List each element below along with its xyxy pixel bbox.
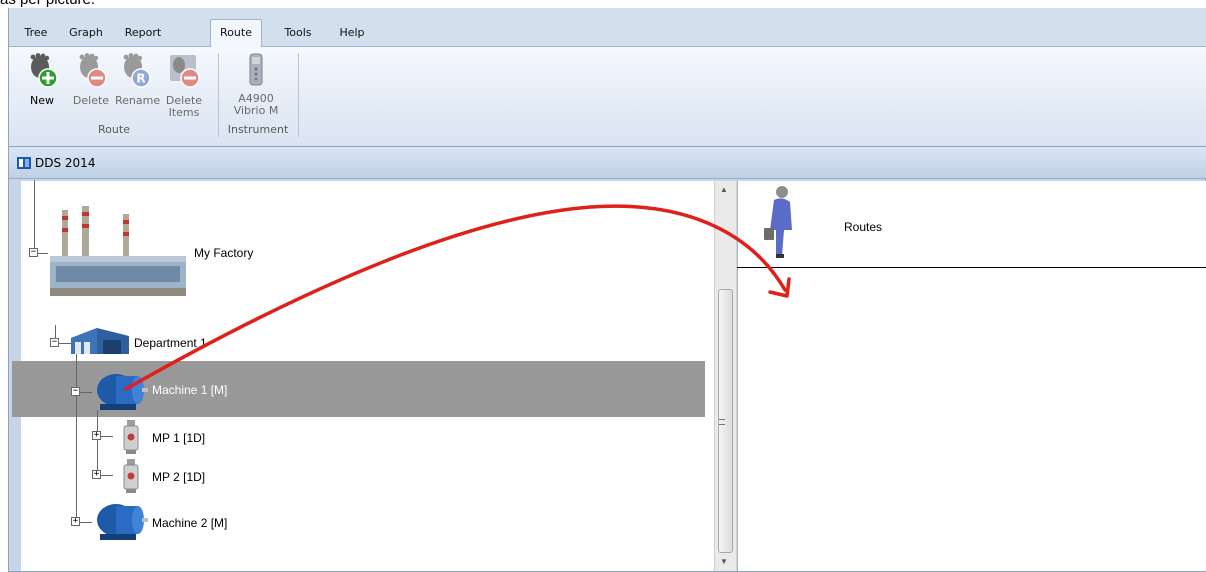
caption-text: as per picture.: [0, 0, 300, 8]
scroll-grip-icon: [719, 419, 725, 425]
tree-connector: [34, 180, 35, 253]
tree-connector: [76, 348, 77, 522]
factory-icon: [50, 206, 186, 296]
delete-route-label: Delete: [72, 94, 110, 107]
expand-toggle-mp1[interactable]: +: [92, 431, 101, 440]
tree-node-machine-1[interactable]: Machine 1 [M]: [152, 383, 227, 397]
dds-app-icon: [17, 157, 31, 169]
tree-connector: [97, 410, 98, 475]
tree-connector: [38, 253, 48, 254]
tree-node-my-factory[interactable]: My Factory: [194, 246, 253, 260]
instrument-group-label: Instrument: [227, 123, 289, 136]
ribbon-tab-strip: Tree Graph Report Route Tools Help: [9, 16, 1206, 47]
collapse-toggle-machine1[interactable]: −: [71, 387, 80, 396]
app-ribbon-frame: Tree Graph Report Route Tools Help New D…: [8, 8, 1206, 150]
rename-route-button[interactable]: R Rename: [115, 53, 161, 107]
instrument-a4900-button[interactable]: A4900 Vibrio M: [223, 53, 289, 117]
ribbon-group-separator-2: [298, 53, 299, 137]
vibrometer-device-icon: [249, 53, 263, 86]
scroll-up-icon[interactable]: ▲: [720, 185, 728, 194]
tree-node-machine-2[interactable]: Machine 2 [M]: [152, 516, 227, 530]
new-route-label: New: [30, 94, 54, 107]
expand-toggle-machine2[interactable]: +: [71, 517, 80, 526]
tree-node-mp-1[interactable]: MP 1 [1D]: [152, 431, 205, 445]
footprint-delete-icon: [79, 53, 107, 88]
tree-connector: [80, 522, 92, 523]
footprint-rename-icon: R: [123, 53, 151, 88]
warehouse-building-icon: [71, 328, 129, 354]
tree-node-department-1[interactable]: Department 1: [134, 336, 207, 350]
route-group-label: Route: [98, 123, 130, 136]
scroll-down-icon[interactable]: ▼: [720, 557, 728, 566]
vibration-sensor-icon: [123, 420, 139, 454]
walking-worker-icon: [764, 186, 792, 258]
footprint-add-icon: [30, 53, 58, 88]
delete-route-button[interactable]: Delete: [71, 53, 111, 107]
tree-node-mp-2[interactable]: MP 2 [1D]: [152, 470, 205, 484]
ribbon-group-separator: [218, 53, 219, 137]
delete-items-icon: [170, 55, 200, 88]
tree-connector: [80, 392, 92, 393]
tree-connector: [101, 475, 113, 476]
tab-graph[interactable]: Graph: [61, 21, 111, 46]
collapse-toggle-department[interactable]: −: [50, 338, 59, 347]
tab-report[interactable]: Report: [115, 21, 171, 46]
routes-pane: [737, 181, 1206, 571]
tab-tree[interactable]: Tree: [15, 21, 57, 46]
tree-scrollbar[interactable]: ▲ ▼: [714, 181, 736, 571]
ribbon-body: New Delete R Rename Delete Items Route A…: [9, 46, 1206, 150]
delete-items-label-line2: Items: [168, 106, 200, 119]
new-route-button[interactable]: New: [22, 53, 62, 107]
electric-motor-icon: [97, 374, 148, 410]
routes-divider-line: [737, 267, 1206, 268]
tab-tools[interactable]: Tools: [275, 21, 321, 46]
document-titlebar: DDS 2014: [9, 147, 1206, 179]
document-title: DDS 2014: [35, 156, 96, 170]
vibration-sensor-icon: [123, 459, 139, 493]
delete-items-button[interactable]: Delete Items: [164, 53, 204, 119]
tab-help[interactable]: Help: [331, 21, 373, 46]
instrument-label-line2: Vibrio M: [233, 104, 279, 117]
electric-motor-icon: [97, 504, 148, 540]
svg-text:R: R: [136, 72, 145, 86]
tree-connector: [101, 436, 113, 437]
rename-route-label: Rename: [115, 94, 161, 107]
routes-heading: Routes: [844, 220, 883, 234]
expand-toggle-mp2[interactable]: +: [92, 470, 101, 479]
tab-route[interactable]: Route: [210, 19, 262, 47]
collapse-toggle-factory[interactable]: −: [29, 248, 38, 257]
